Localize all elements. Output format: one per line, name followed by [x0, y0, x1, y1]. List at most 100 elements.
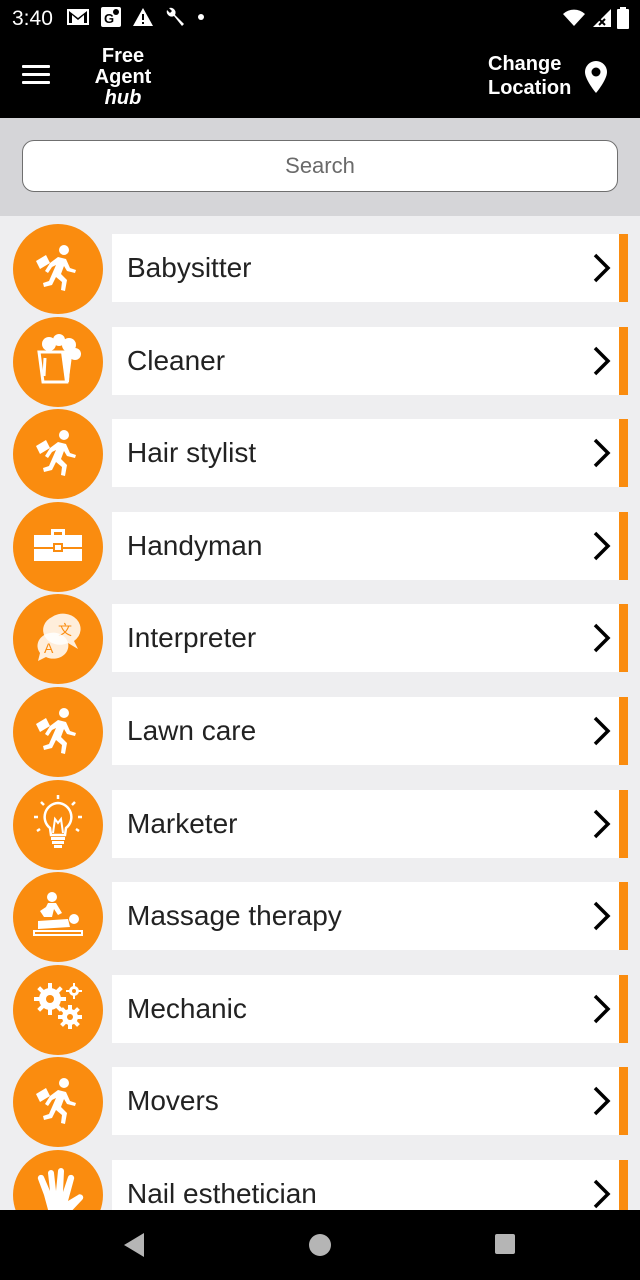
- list-item[interactable]: Babysitter: [0, 216, 640, 314]
- category-card[interactable]: Interpreter: [112, 604, 628, 673]
- chevron-right-icon: [592, 622, 612, 659]
- accent-bar: [619, 1067, 628, 1136]
- category-label: Lawn care: [127, 715, 257, 746]
- toolbox-icon: [31, 517, 85, 576]
- chevron-right-icon: [592, 993, 612, 1030]
- battery-icon: [617, 7, 629, 29]
- chevron-right-icon: [593, 438, 611, 468]
- list-item[interactable]: Cleaner: [0, 309, 640, 407]
- category-card[interactable]: Massage therapy: [112, 882, 628, 951]
- bucket-icon: [31, 332, 85, 391]
- category-label: Hair stylist: [127, 437, 257, 469]
- category-card[interactable]: Handyman: [112, 511, 628, 580]
- chevron-right-icon: [592, 345, 612, 382]
- category-icon-circle: [13, 964, 103, 1055]
- logo-line-3: hub: [104, 87, 142, 109]
- category-icon-circle: [13, 501, 103, 592]
- category-card[interactable]: Mechanic: [112, 974, 628, 1043]
- list-item[interactable]: Massage therapy: [0, 864, 640, 963]
- massage-icon: [30, 887, 86, 948]
- status-time: 3:40: [12, 7, 53, 30]
- maps-icon: G: [101, 7, 121, 27]
- list-item[interactable]: Marketer: [0, 772, 640, 870]
- chevron-right-icon: [593, 716, 611, 746]
- list-item[interactable]: Nail esthetician: [0, 1142, 640, 1210]
- list-item[interactable]: Lawn care: [0, 679, 640, 777]
- category-card[interactable]: Movers: [112, 1067, 628, 1136]
- category-label: Cleaner: [127, 344, 226, 376]
- category-label: Marketer: [127, 807, 238, 839]
- chevron-right-icon: [593, 809, 611, 838]
- change-location-button[interactable]: Change Location: [488, 52, 582, 100]
- chevron-right-icon: [592, 808, 612, 845]
- recents-icon[interactable]: [494, 1233, 516, 1255]
- list-item[interactable]: Interpreter 文 A: [0, 586, 640, 685]
- chevron-right-icon: [592, 715, 612, 752]
- chevron-right-icon: [593, 994, 611, 1024]
- location-pin-icon[interactable]: [584, 60, 608, 94]
- chevron-right-icon: [592, 1085, 612, 1122]
- menu-button[interactable]: [22, 60, 60, 94]
- category-icon-circle: [13, 872, 103, 963]
- accent-bar: [619, 604, 628, 673]
- list-item[interactable]: Hair stylist: [0, 401, 640, 500]
- dot-icon: [198, 14, 204, 20]
- chevron-right-icon: [593, 531, 611, 561]
- running-person-icon: [32, 241, 84, 298]
- chevron-right-icon: [593, 346, 611, 375]
- list-item[interactable]: Movers: [0, 1049, 640, 1148]
- chevron-right-icon: [592, 900, 612, 937]
- accent-bar: [619, 419, 628, 488]
- gmail-icon: [67, 9, 89, 25]
- chevron-right-icon: [593, 901, 611, 931]
- svg-text:A: A: [44, 640, 54, 656]
- menu-icon: [22, 65, 50, 68]
- category-icon-circle: [13, 1150, 103, 1210]
- lightbulb-icon: [29, 793, 87, 856]
- accent-bar: [619, 511, 628, 580]
- logo-line-2: Agent: [94, 66, 152, 88]
- chevron-right-icon: [592, 1178, 612, 1210]
- category-card[interactable]: Marketer: [112, 789, 628, 858]
- category-card[interactable]: Nail esthetician: [112, 1160, 628, 1210]
- category-label: Interpreter: [127, 622, 257, 654]
- chevron-right-icon: [593, 1179, 611, 1209]
- app-logo: Free Agent hub: [88, 46, 158, 109]
- accent-bar: [619, 234, 628, 302]
- category-card[interactable]: Hair stylist: [112, 419, 628, 488]
- change-location-line-1: Change: [488, 53, 562, 75]
- category-icon-circle: 文A: [13, 594, 103, 685]
- change-location-line-2: Location: [488, 77, 572, 99]
- system-icons: [562, 6, 630, 30]
- running-person-icon: [32, 1074, 84, 1131]
- hand-icon: [30, 1165, 86, 1210]
- notification-icons: G: [66, 6, 206, 28]
- back-icon[interactable]: [122, 1232, 146, 1258]
- category-icon-circle: [13, 316, 103, 407]
- accent-bar: [619, 974, 628, 1043]
- chevron-right-icon: [592, 530, 612, 567]
- category-card[interactable]: Lawn care: [112, 697, 628, 765]
- chevron-right-icon: [592, 437, 612, 474]
- category-icon-circle: [13, 779, 103, 870]
- category-card[interactable]: Cleaner: [112, 326, 628, 395]
- list-item[interactable]: Mechanic: [0, 957, 640, 1055]
- category-label: Babysitter: [127, 252, 252, 283]
- svg-text:G: G: [104, 11, 114, 26]
- chevron-right-icon: [592, 252, 612, 289]
- accent-bar: [619, 882, 628, 951]
- category-label: Massage therapy: [127, 900, 342, 932]
- category-list[interactable]: Babysitter Cleaner Hair stylist Handyman Int…: [0, 216, 640, 1210]
- accent-bar: [619, 789, 628, 858]
- category-icon-circle: [13, 687, 103, 777]
- app-bar: Free Agent hub Change Location: [0, 36, 640, 118]
- chevron-right-icon: [593, 624, 611, 653]
- list-item[interactable]: Handyman: [0, 494, 640, 592]
- category-label: Handyman: [127, 529, 263, 561]
- search-input[interactable]: [22, 140, 618, 192]
- running-person-icon: [32, 704, 84, 761]
- category-card[interactable]: Babysitter: [112, 234, 628, 302]
- accent-bar: [619, 697, 628, 765]
- accent-bar: [619, 1160, 628, 1210]
- home-icon[interactable]: [308, 1233, 332, 1257]
